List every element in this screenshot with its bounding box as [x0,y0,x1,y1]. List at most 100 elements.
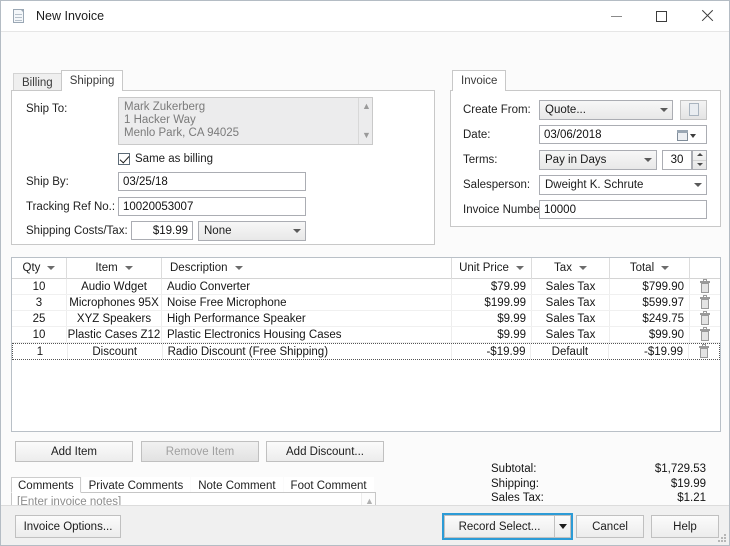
grid-column-header-total[interactable]: Total [610,257,690,279]
record-select-split-button[interactable]: Record Select... [442,513,573,540]
salesperson-select[interactable]: Dweight K. Schrute [539,175,707,195]
ship-by-input[interactable] [118,172,306,191]
chevron-down-icon [515,266,524,270]
invoice-number-input[interactable] [539,200,707,219]
cell-qty[interactable]: 10 [12,327,67,342]
table-row[interactable]: 10 Plastic Cases Z12 Plastic Electronics H… [12,327,720,343]
cell-price[interactable]: $79.99 [452,279,532,294]
tab-shipping[interactable]: Shipping [60,70,124,91]
same-as-billing-label: Same as billing [135,153,213,165]
cell-desc[interactable]: High Performance Speaker [162,311,452,326]
terms-days-stepper[interactable] [692,150,707,170]
table-row[interactable]: 10 Audio Wdget Audio Converter $79.99 Sales … [12,279,720,295]
chevron-down-icon [661,266,670,270]
cell-tax[interactable]: Sales Tax [532,327,610,342]
scroll-up-icon[interactable]: ▲ [362,102,371,111]
tab-billing[interactable]: Billing [13,73,62,91]
tab-private-comments[interactable]: Private Comments [81,477,191,493]
shipping-costs-input[interactable] [131,221,193,240]
cell-qty[interactable]: 1 [13,344,68,359]
cell-price[interactable]: $9.99 [452,327,532,342]
totals-value: $19.99 [670,477,706,490]
cell-price[interactable]: -$19.99 [452,344,532,359]
table-row[interactable]: 1 Discount Radio Discount (Free Shipping) -… [12,343,720,360]
grid-column-header-unit-price[interactable]: Unit Price [452,257,532,279]
grid-column-header-qty[interactable]: Qty [12,257,67,279]
stepper-down-button[interactable] [693,161,706,170]
cell-total[interactable]: -$19.99 [609,344,690,359]
create-from-button[interactable] [680,100,707,120]
cell-desc[interactable]: Audio Converter [162,279,452,294]
trash-icon[interactable] [700,279,710,293]
cell-qty[interactable]: 3 [12,295,67,310]
cell-total[interactable]: $99.90 [610,327,690,342]
cell-tax[interactable]: Sales Tax [532,311,610,326]
window-body: Billing Shipping Ship To: Mark Zukerberg… [1,32,729,545]
cell-desc[interactable]: Plastic Electronics Housing Cases [162,327,452,342]
delete-row-button[interactable] [690,311,720,326]
add-item-button[interactable]: Add Item [15,441,133,462]
cell-qty[interactable]: 10 [12,279,67,294]
maximize-button[interactable] [639,1,684,31]
cancel-button[interactable]: Cancel [576,515,644,538]
same-as-billing-checkbox[interactable]: Same as billing [118,153,213,165]
calendar-icon[interactable] [677,129,696,141]
terms-days-input[interactable] [662,150,692,170]
scroll-down-icon[interactable]: ▼ [362,131,371,140]
close-button[interactable] [684,1,729,31]
shipping-tax-value: None [204,225,232,237]
delete-row-button[interactable] [690,295,720,310]
trash-icon[interactable] [699,344,710,358]
cell-tax[interactable]: Sales Tax [532,295,610,310]
cell-price[interactable]: $9.99 [452,311,532,326]
record-select-dropdown-arrow[interactable] [554,515,571,538]
cell-total[interactable]: $599.97 [610,295,690,310]
create-from-select[interactable]: Quote... [539,100,673,120]
delete-row-button[interactable] [689,344,719,359]
trash-icon[interactable] [700,327,710,341]
stepper-up-button[interactable] [693,151,706,161]
caret-down-icon [558,524,567,529]
grid-header-row: Qty Item Description Unit Price Tax Tota… [12,257,720,279]
tracking-ref-input[interactable] [118,197,306,216]
table-row[interactable]: 3 Microphones 95X Noise Free Microphone $19… [12,295,720,311]
cell-tax[interactable]: Sales Tax [532,279,610,294]
tab-foot-comment[interactable]: Foot Comment [283,477,374,493]
ship-to-textarea[interactable]: Mark Zukerberg 1 Hacker Way Menlo Park, … [118,97,373,145]
checkbox-box[interactable] [118,153,130,165]
delete-row-button[interactable] [690,279,720,294]
tab-comments[interactable]: Comments [11,477,81,493]
tab-invoice[interactable]: Invoice [452,70,507,91]
cell-tax[interactable]: Default [531,344,610,359]
trash-icon[interactable] [700,295,710,309]
cell-item[interactable]: XYZ Speakers [67,311,162,326]
minimize-button[interactable] [594,1,639,31]
grid-column-header-description[interactable]: Description [162,257,452,279]
resize-grip-icon[interactable] [716,532,726,542]
cell-item[interactable]: Discount [68,344,163,359]
cell-price[interactable]: $199.99 [452,295,532,310]
grid-column-header-item[interactable]: Item [67,257,162,279]
cell-item[interactable]: Microphones 95X [67,295,162,310]
help-button[interactable]: Help [651,515,719,538]
record-select-button[interactable]: Record Select... [444,515,554,538]
cell-item[interactable]: Audio Wdget [67,279,162,294]
terms-select[interactable]: Pay in Days [539,150,657,170]
grid-column-header-tax[interactable]: Tax [532,257,610,279]
delete-row-button[interactable] [690,327,720,342]
ship-to-scrollbar[interactable]: ▲ ▼ [358,98,372,144]
shipping-tax-select[interactable]: None [198,221,306,241]
cell-qty[interactable]: 25 [12,311,67,326]
cell-desc[interactable]: Radio Discount (Free Shipping) [163,344,452,359]
add-discount-button[interactable]: Add Discount... [266,441,384,462]
cell-total[interactable]: $249.75 [610,311,690,326]
cell-desc[interactable]: Noise Free Microphone [162,295,452,310]
cell-total[interactable]: $799.90 [610,279,690,294]
create-from-label: Create From: [463,104,531,116]
cell-item[interactable]: Plastic Cases Z12 [67,327,162,342]
trash-icon[interactable] [700,311,710,325]
tab-note-comment[interactable]: Note Comment [191,477,283,493]
invoice-options-button[interactable]: Invoice Options... [15,515,121,538]
table-row[interactable]: 25 XYZ Speakers High Performance Speaker $9… [12,311,720,327]
invoice-tabstrip: Invoice [452,70,507,91]
